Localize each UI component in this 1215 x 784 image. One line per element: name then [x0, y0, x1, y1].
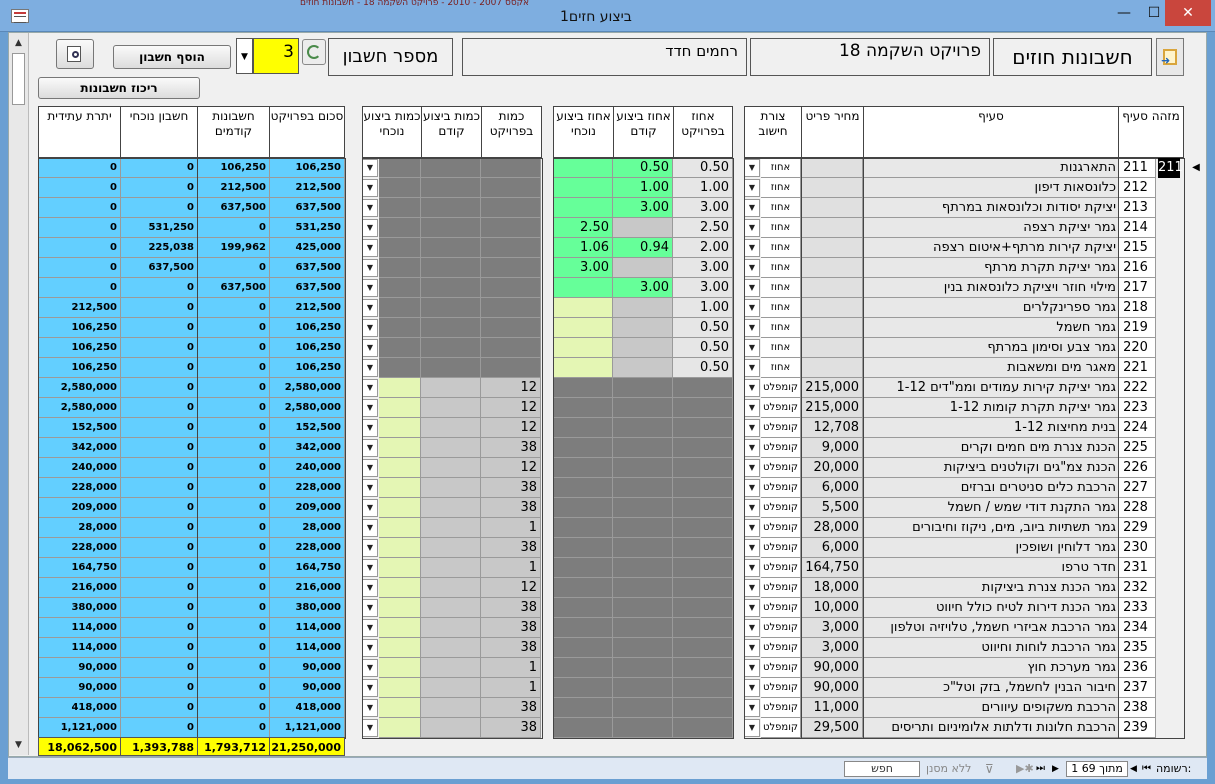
accounts-summary-button[interactable]: ריכוז חשבונות [38, 77, 200, 99]
refresh-button[interactable] [302, 39, 326, 65]
record-selector-icon[interactable]: ◀ [1189, 158, 1203, 178]
refresh-icon [307, 45, 321, 59]
filter-status[interactable]: ללא מסנן [926, 762, 971, 776]
contractor-name-field[interactable]: רחמים חדד [462, 38, 747, 76]
col-header-pct-curr: אחוז ביצוע נוכחי [553, 106, 614, 158]
grid-border [362, 158, 543, 739]
record-label: רשומה: [1156, 762, 1192, 775]
total-curr-account: 1,393,788 [120, 737, 198, 756]
navigation-bar: רשומה: ⏮ ◀ 1 מתוך 69 ▶ ⏭ ▶✱ ללא מסנן ⊽ ח… [8, 757, 1207, 779]
window-title: ביצוע חזים1 [560, 9, 632, 25]
col-header-item-id: מזהה סעיף [1118, 106, 1184, 158]
col-header-item: סעיף [863, 106, 1119, 158]
grid-border [553, 158, 734, 739]
first-record-icon[interactable]: ⏮ [1142, 762, 1151, 776]
col-header-calc-type: צורת חישוב [744, 106, 802, 158]
col-header-qty-project: כמות בפרויקט [481, 106, 542, 158]
grid-border [744, 158, 802, 739]
print-preview-button[interactable] [56, 39, 94, 69]
close-icon[interactable]: ✕ [1165, 0, 1211, 26]
filter-icon: ⊽ [985, 762, 994, 776]
total-future-balance: 18,062,500 [38, 737, 121, 756]
col-header-curr-account: חשבון נוכחי [120, 106, 198, 158]
add-account-button[interactable]: הוסף חשבון [113, 45, 231, 69]
col-header-future-balance: יתרת עתידית [38, 106, 121, 158]
col-header-unit-price: מחיר פריט [801, 106, 864, 158]
col-header-prev-accounts: חשבונות קודמים [197, 106, 270, 158]
record-position-field[interactable]: 1 מתוך 69 [1066, 761, 1128, 777]
col-header-qty-curr: כמות ביצוע נוכחי [362, 106, 422, 158]
scroll-up-icon[interactable]: ▲ [9, 35, 28, 51]
grid-border [801, 158, 864, 739]
prev-record-icon[interactable]: ◀ [1130, 762, 1137, 776]
grid-border [863, 158, 1119, 739]
current-record-id[interactable]: 211 [1158, 158, 1183, 178]
search-input[interactable]: חפש [844, 761, 920, 777]
grid-border [38, 158, 198, 739]
exit-form-button[interactable]: ➜ [1156, 38, 1184, 76]
app-title-strip: אקסס 2007 - 2010 - פרויקט השקמה 18 - חשב… [300, 0, 530, 6]
minimize-icon[interactable]: — [1109, 0, 1139, 26]
form-icon[interactable] [11, 9, 29, 23]
col-header-pct-project: אחוז בפרויקט [673, 106, 733, 158]
grid-border [197, 158, 346, 739]
form-title: חשבונות חוזים [993, 38, 1152, 76]
col-header-sum-project: סכום בפרויקט [269, 106, 345, 158]
scroll-thumb[interactable] [12, 53, 25, 105]
last-record-icon[interactable]: ⏭ [1036, 762, 1045, 776]
total-prev-accounts: 1,793,712 [197, 737, 270, 756]
total-sum-project: 21,250,000 [269, 737, 345, 756]
account-number-input[interactable]: 3 [253, 38, 299, 74]
account-number-label: מספר חשבון [328, 38, 453, 76]
grid-border [1118, 158, 1185, 739]
col-header-pct-prev: אחוז ביצוע קודם [613, 106, 674, 158]
vertical-scrollbar[interactable]: ▲ ▼ [9, 33, 29, 755]
title-bar: אקסס 2007 - 2010 - פרויקט השקמה 18 - חשב… [0, 0, 1215, 32]
col-header-qty-prev: כמות ביצוע קודם [421, 106, 482, 158]
scroll-down-icon[interactable]: ▼ [9, 737, 28, 753]
new-record-icon[interactable]: ▶✱ [1016, 762, 1034, 776]
next-record-icon[interactable]: ▶ [1052, 762, 1059, 776]
project-name-field[interactable]: פרויקט השקמה 18 [750, 38, 990, 76]
account-number-dropdown[interactable]: ▼ [236, 38, 253, 74]
